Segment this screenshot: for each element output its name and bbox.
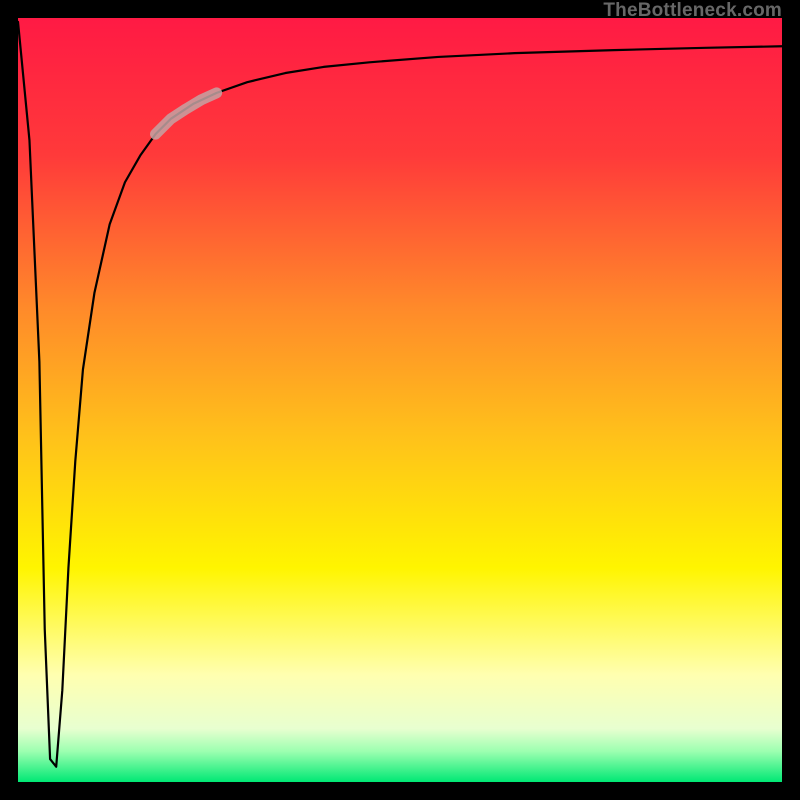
watermark-text: TheBottleneck.com [603,0,782,22]
plot-area [18,18,782,782]
gradient-bg [18,18,782,782]
chart-svg [18,18,782,782]
chart-frame: TheBottleneck.com [0,0,800,800]
